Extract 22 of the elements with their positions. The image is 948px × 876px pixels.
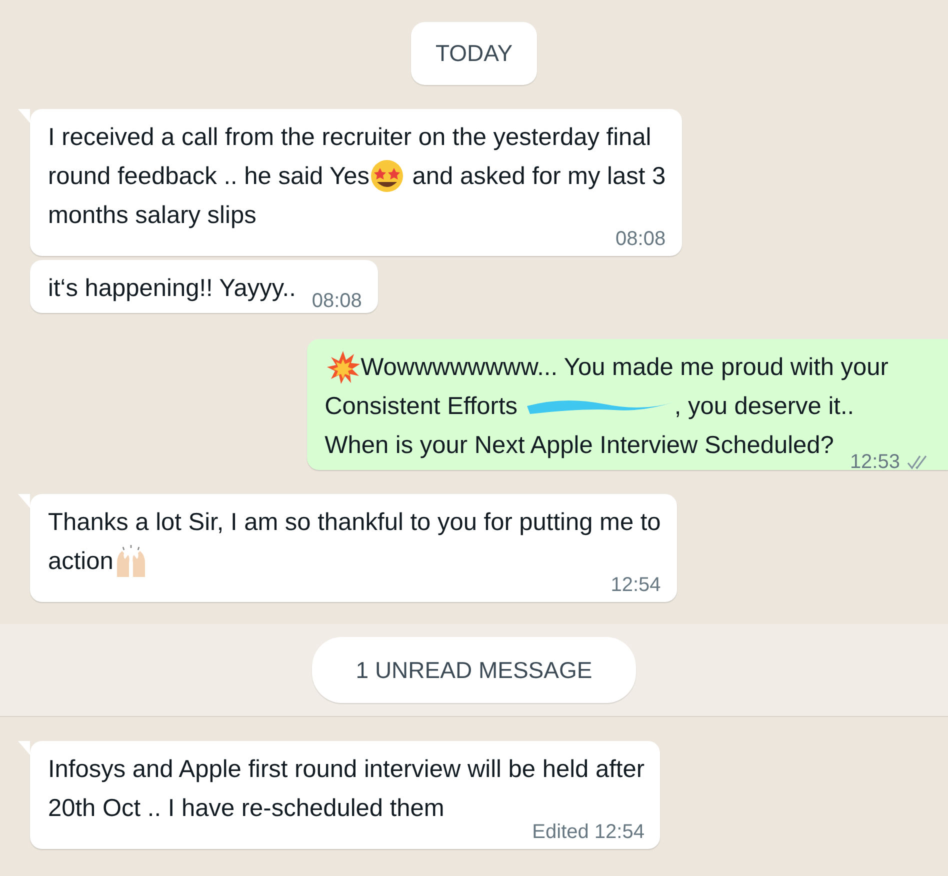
message-text: Consistent Efforts: [324, 392, 519, 422]
message-text: Wowwwwwwww... You made me proud with your: [360, 352, 888, 382]
message-text: Thanks a lot Sir, I am so thankful to you for putting me to: [48, 508, 661, 538]
message-text: Infosys and Apple first round interview will be held after: [48, 755, 644, 785]
message-time: 08:08: [312, 289, 362, 313]
burst-emoji-icon: [324, 349, 361, 385]
star-face-emoji-icon: [369, 158, 406, 194]
message-time: 08:08: [616, 226, 666, 250]
message-time: 12:53: [850, 450, 900, 474]
message-text: round feedback .. he said Yes: [48, 162, 370, 192]
unread-pill: 1 UNREAD MESSAGE: [312, 636, 636, 703]
message-time: 12:54: [610, 572, 661, 596]
message-text: it‘s happening!! Yayyy..: [48, 274, 296, 304]
date-pill: TODAY: [411, 22, 537, 84]
message-text: and asked for my last 3: [411, 162, 666, 192]
message-text: I received a call from the recruiter on the yesterday final: [48, 122, 652, 152]
message-text: When is your Next Apple Interview Scheduled?: [324, 430, 834, 460]
message-text: action: [48, 546, 114, 576]
message-text: months salary slips: [48, 200, 256, 230]
message-text: , you deserve it..: [674, 392, 854, 422]
message-text: 20th Oct .. I have re-scheduled them: [48, 794, 444, 824]
message-time: Edited 12:54: [532, 820, 644, 844]
